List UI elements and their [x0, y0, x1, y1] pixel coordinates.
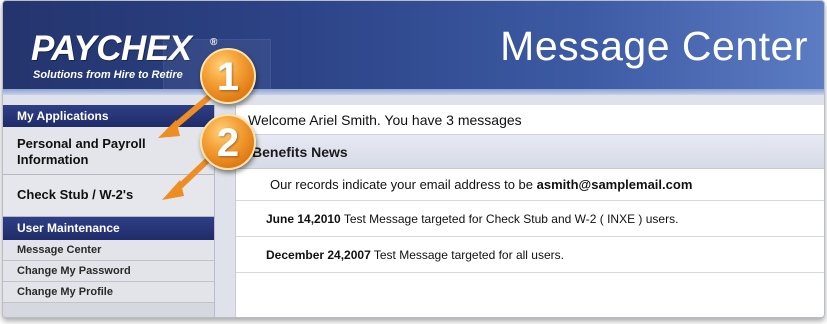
page-title: Message Center — [500, 23, 808, 69]
email-notice-text: Our records indicate your email address … — [270, 177, 537, 192]
message-text: Test Message targeted for all users. — [370, 248, 564, 262]
callout-badge-1: 1 — [200, 48, 256, 104]
sidebar-item-message-center[interactable]: Message Center — [3, 240, 214, 261]
welcome-message: Welcome Ariel Smith. You have 3 messages — [236, 105, 824, 135]
message-panel: Welcome Ariel Smith. You have 3 messages… — [235, 105, 824, 317]
message-date: December 24,2007 — [266, 248, 371, 262]
header-banner: PAYCHEX ® Solutions from Hire to Retire … — [3, 1, 824, 95]
email-notice: Our records indicate your email address … — [236, 169, 824, 201]
email-address: asmith@samplemail.com — [536, 177, 693, 192]
callout-2-arrowhead — [162, 180, 184, 200]
sidebar-item-change-password[interactable]: Change My Password — [3, 261, 214, 282]
sidebar-heading-user-maintenance: User Maintenance — [3, 217, 214, 240]
sidebar-item-change-profile[interactable]: Change My Profile — [3, 282, 214, 303]
message-item[interactable]: June 14,2010 Test Message targeted for C… — [236, 201, 824, 237]
benefits-news-heading: Benefits News — [236, 135, 824, 169]
app-window: PAYCHEX ® Solutions from Hire to Retire … — [2, 0, 825, 318]
callout-badge-2: 2 — [200, 114, 256, 170]
message-text: Test Message targeted for Check Stub and… — [340, 212, 679, 226]
message-item[interactable]: December 24,2007 Test Message targeted f… — [236, 237, 824, 273]
message-date: June 14,2010 — [266, 212, 341, 226]
